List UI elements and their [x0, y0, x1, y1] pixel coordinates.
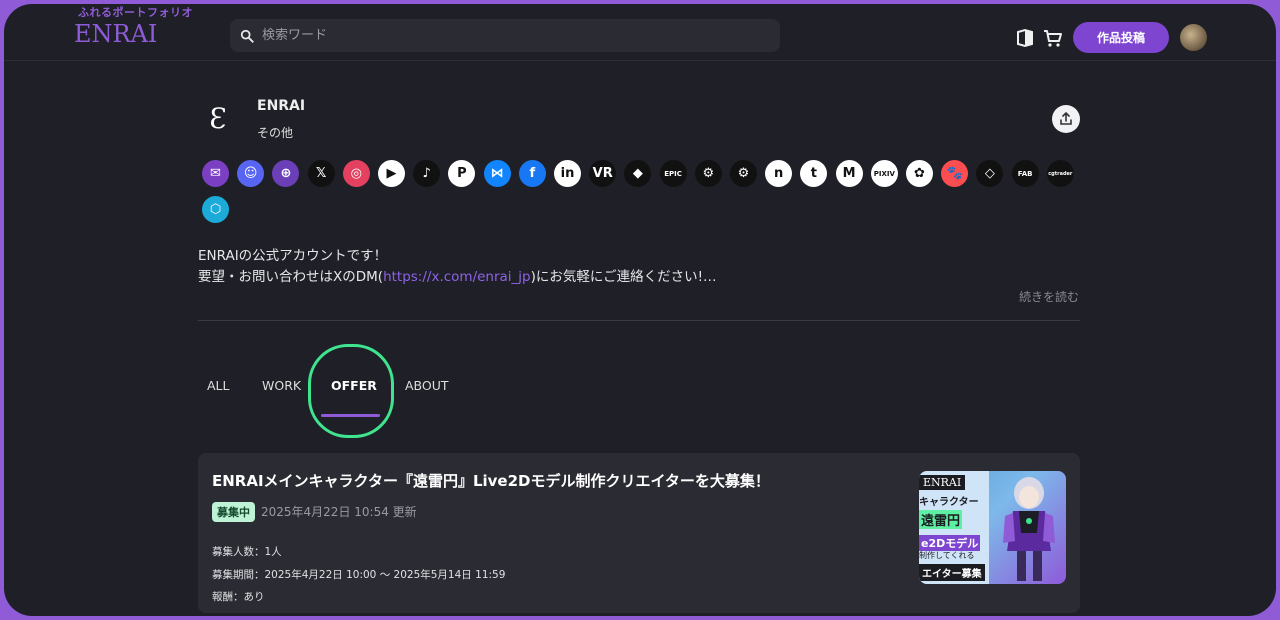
- epic-games-icon[interactable]: EPIC: [659, 160, 687, 187]
- read-more-link[interactable]: 続きを読む: [1019, 288, 1079, 305]
- pixiv-fanbox-icon[interactable]: PIXIV: [870, 160, 898, 187]
- thumb-line-3: e2Dモデル: [919, 535, 981, 551]
- profile-category: その他: [257, 126, 294, 140]
- offer-reward: 報酬：あり: [212, 591, 265, 603]
- facebook-icon[interactable]: f: [518, 160, 546, 187]
- thumb-brand: ENRAI: [919, 475, 966, 490]
- thumb-line-5: エイター募集: [919, 564, 985, 581]
- tumblr-icon[interactable]: t: [800, 160, 828, 187]
- cgtrader-icon[interactable]: cgtrader: [1046, 160, 1074, 187]
- user-avatar[interactable]: [1180, 24, 1207, 51]
- tab-work[interactable]: WORK: [262, 378, 301, 393]
- booth-icon[interactable]: 🐾: [941, 160, 969, 187]
- thumb-line-1: キャラクター: [919, 497, 979, 508]
- pinterest-icon[interactable]: P: [448, 160, 476, 187]
- profile-bio: ENRAIの公式アカウントです！ 要望・お問い合わせはXのDM(https://…: [198, 246, 717, 288]
- unity-icon[interactable]: ◇: [976, 160, 1004, 187]
- linkedin-icon[interactable]: in: [554, 160, 581, 187]
- offer-recruits: 募集人数：1人: [212, 546, 282, 558]
- mail-icon[interactable]: ✉: [202, 160, 229, 187]
- top-header: ふれるポートフォリオ ENRAI 作品投稿: [4, 4, 1276, 61]
- bluesky-icon[interactable]: ⋈: [483, 160, 511, 187]
- logo-subtitle: ふれるポートフォリオ: [78, 6, 193, 19]
- status-badge: 募集中: [212, 502, 255, 522]
- share-icon: [1060, 112, 1072, 125]
- thumb-line-4: 制作してくれる: [919, 551, 975, 560]
- offer-card[interactable]: ENRAIメインキャラクター『遠雷円』Live2Dモデル制作クリエイターを大募集…: [198, 453, 1080, 613]
- search-input[interactable]: [260, 27, 764, 44]
- steam-icon[interactable]: ⚙: [694, 160, 722, 187]
- section-divider: [198, 320, 1080, 321]
- cart-icon[interactable]: [1043, 28, 1063, 48]
- search-bar[interactable]: [230, 19, 780, 52]
- offer-title: ENRAIメインキャラクター『遠雷円』Live2Dモデル制作クリエイターを大募集…: [212, 472, 770, 490]
- bio-x-link[interactable]: https://x.com/enrai_jp: [383, 269, 531, 285]
- thumb-line-2: 遠雷円: [919, 510, 963, 529]
- steam-alt-icon[interactable]: ⚙: [730, 160, 757, 187]
- tab-all[interactable]: ALL: [207, 378, 229, 393]
- note-icon[interactable]: n: [765, 160, 793, 187]
- bio-line-2-post: )にお気軽にご連絡ください!…: [530, 269, 717, 285]
- bio-line-2-pre: 要望・お問い合わせはXのDM(: [198, 269, 384, 285]
- search-icon: [240, 29, 254, 43]
- fab-icon[interactable]: FAB: [1011, 160, 1039, 187]
- profile-logo: Ɛ: [209, 102, 227, 135]
- tab-about[interactable]: ABOUT: [405, 378, 449, 393]
- offer-period: 募集期間：2025年4月22日 10:00 〜 2025年5月14日 11:59: [212, 569, 506, 581]
- openai-icon[interactable]: ✿: [906, 160, 933, 187]
- youtube-icon[interactable]: ▶: [378, 160, 405, 187]
- website-icon[interactable]: ⊕: [272, 160, 300, 187]
- bio-line-2: 要望・お問い合わせはXのDM(https://x.com/enrai_jp)にお…: [198, 267, 717, 288]
- profile-name: ENRAI: [257, 98, 306, 114]
- roblox-icon[interactable]: ◆: [624, 160, 652, 187]
- sketchfab-icon[interactable]: ⬡: [202, 196, 229, 223]
- app-window: ふれるポートフォリオ ENRAI 作品投稿 Ɛ ENRAI その他 ✉☺⊕�: [4, 4, 1276, 616]
- book-icon[interactable]: [1015, 28, 1035, 48]
- offer-updated: 2025年4月22日 10:54 更新: [261, 505, 417, 519]
- character-illustration: [1003, 477, 1055, 581]
- highlight-ring: [308, 344, 394, 438]
- tiktok-icon[interactable]: ♪: [413, 160, 441, 187]
- offer-thumbnail: ENRAI キャラクター 遠雷円 e2Dモデル 制作してくれる エイター募集: [919, 471, 1066, 584]
- discord-icon[interactable]: ☺: [237, 160, 265, 187]
- site-logo[interactable]: ENRAI: [74, 20, 157, 48]
- share-button[interactable]: [1052, 105, 1080, 133]
- post-work-button[interactable]: 作品投稿: [1073, 22, 1169, 53]
- bio-line-1: ENRAIの公式アカウントです！: [198, 248, 388, 264]
- x-icon[interactable]: 𝕏: [307, 160, 335, 187]
- medium-icon[interactable]: M: [835, 160, 863, 187]
- instagram-icon[interactable]: ◎: [342, 160, 370, 187]
- vrchat-icon[interactable]: VR: [589, 160, 617, 187]
